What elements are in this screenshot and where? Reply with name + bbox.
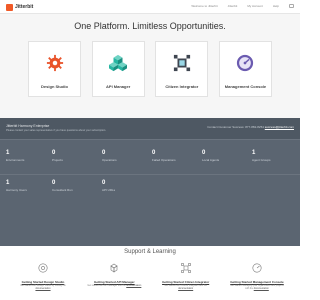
guide-doc-link[interactable]: documentation	[178, 288, 193, 290]
tile-management-console[interactable]: Management Console	[218, 41, 272, 97]
api-icon	[110, 263, 118, 273]
account-stats-section: Jitterbit Harmony Enterprise Please cont…	[0, 118, 300, 246]
cubes-icon	[109, 54, 128, 72]
account-name: Jitterbit Harmony Enterprise	[6, 124, 50, 128]
studio-icon	[38, 263, 48, 273]
tile-label: Design Studio	[41, 84, 68, 89]
guide-doc-link[interactable]: documentation	[254, 288, 269, 290]
stat-label: API URLs	[102, 188, 116, 192]
stat-value: 0	[202, 150, 206, 156]
guide-title-link[interactable]: Getting Started Design Studio	[14, 280, 72, 284]
guide-design-studio: Getting Started Design Studio Get starte…	[14, 260, 72, 291]
hero-title: One Platform. Limitless Opportunities.	[74, 21, 226, 31]
stat-value: 1	[6, 150, 10, 156]
nav-org[interactable]: Jitterbit	[228, 4, 238, 8]
hero-section: One Platform. Limitless Opportunities. D…	[0, 14, 300, 118]
guide-desc-text: Get started with API Manager and the	[87, 285, 126, 287]
guide-title-link[interactable]: Getting Started API Manager	[85, 280, 143, 284]
stat-value: 0	[102, 180, 106, 186]
stat-value: 0	[102, 150, 106, 156]
guide-title-link[interactable]: Getting Started Citizen Integrator	[157, 280, 215, 284]
stat-api-urls[interactable]: 0 API URLs	[102, 180, 150, 208]
stat-value: 0	[52, 180, 56, 186]
guide-doc-link[interactable]: documentation	[126, 285, 141, 287]
guide-desc-text: Get started with Citizen Integrator and …	[164, 285, 207, 287]
guides-row: Getting Started Design Studio Get starte…	[14, 260, 286, 291]
account-info: Jitterbit Harmony Enterprise Please cont…	[6, 124, 106, 132]
nav-account[interactable]: My Account	[247, 4, 263, 8]
support-contact: Contact Customer Success: 877-882-8254 s…	[207, 125, 294, 129]
logo-mark-icon	[6, 3, 13, 11]
account-subtitle: Please contact your sales representative…	[6, 129, 107, 132]
guide-description: Get started with API Manager and the doc…	[85, 285, 143, 288]
citizen-icon	[180, 263, 191, 273]
guide-description: Get started with Citizen Integrator and …	[157, 285, 215, 291]
tile-citizen-integrator[interactable]: Citizen Integrator	[155, 41, 209, 97]
stat-label: Harmony Users	[6, 188, 27, 192]
stat-harmony-users[interactable]: 1 Harmony Users	[6, 180, 54, 208]
gear-icon	[46, 54, 63, 72]
stats-divider	[0, 174, 300, 175]
guide-management-console: Getting Started Management Console Get s…	[228, 260, 286, 291]
gauge-icon	[237, 54, 254, 72]
guide-citizen-integrator: Getting Started Citizen Integrator Get s…	[157, 260, 215, 291]
stat-value: 1	[6, 180, 10, 186]
tile-design-studio[interactable]: Design Studio	[28, 41, 81, 97]
support-learning-section: Support & Learning Getting Started Desig…	[0, 246, 300, 300]
network-icon	[173, 54, 190, 72]
tile-label: Management Console	[224, 84, 267, 89]
guide-description: Get started with Design Studio by visiti…	[14, 285, 72, 291]
stat-consultant-run[interactable]: 0 Consultant Run	[52, 180, 100, 208]
stat-label: Projects	[52, 158, 63, 162]
stat-label: Local Agents	[202, 158, 220, 162]
tile-label: API Manager	[106, 84, 131, 89]
guide-description: Get started managing your organization a…	[228, 285, 286, 291]
stat-label: Consultant Run	[52, 188, 73, 192]
nav-welcome[interactable]: Welcome to Jitterbit	[191, 4, 217, 8]
account-header: Jitterbit Harmony Enterprise Please cont…	[0, 118, 300, 140]
cart-icon[interactable]	[289, 4, 294, 8]
top-nav: Welcome to Jitterbit Jitterbit My Accoun…	[191, 4, 294, 8]
top-bar: Jitterbit Welcome to Jitterbit Jitterbit…	[0, 0, 300, 14]
stat-label: Agent Groups	[252, 158, 271, 162]
tile-label: Citizen Integrator	[165, 84, 199, 89]
stat-value: 1	[252, 150, 256, 156]
support-label: Contact Customer Success:	[207, 125, 245, 129]
support-email-link[interactable]: success@jitterbit.com	[265, 125, 294, 129]
nav-help[interactable]: Help	[273, 4, 279, 8]
support-title: Support & Learning	[124, 249, 176, 255]
guide-doc-link[interactable]: documentation	[35, 288, 50, 290]
jitterbit-logo[interactable]: Jitterbit	[6, 3, 33, 11]
guide-desc-text: Get started with Design Studio by visiti…	[20, 285, 66, 287]
stat-label: Operations	[102, 158, 117, 162]
stat-value: 0	[152, 150, 156, 156]
stat-label: Environments	[6, 158, 25, 162]
stat-label: Failed Operations	[152, 158, 176, 162]
product-tiles: Design Studio API Manager Citizen Integr…	[28, 41, 272, 103]
logo-text: Jitterbit	[15, 4, 34, 10]
tile-api-manager[interactable]: API Manager	[91, 41, 145, 97]
guide-api-manager: Getting Started API Manager Get started …	[85, 260, 143, 291]
console-icon	[252, 263, 262, 273]
stat-value: 0	[52, 150, 56, 156]
support-phone: 877-882-8254	[245, 125, 264, 129]
guide-title-link[interactable]: Getting Started Management Console	[228, 280, 286, 284]
